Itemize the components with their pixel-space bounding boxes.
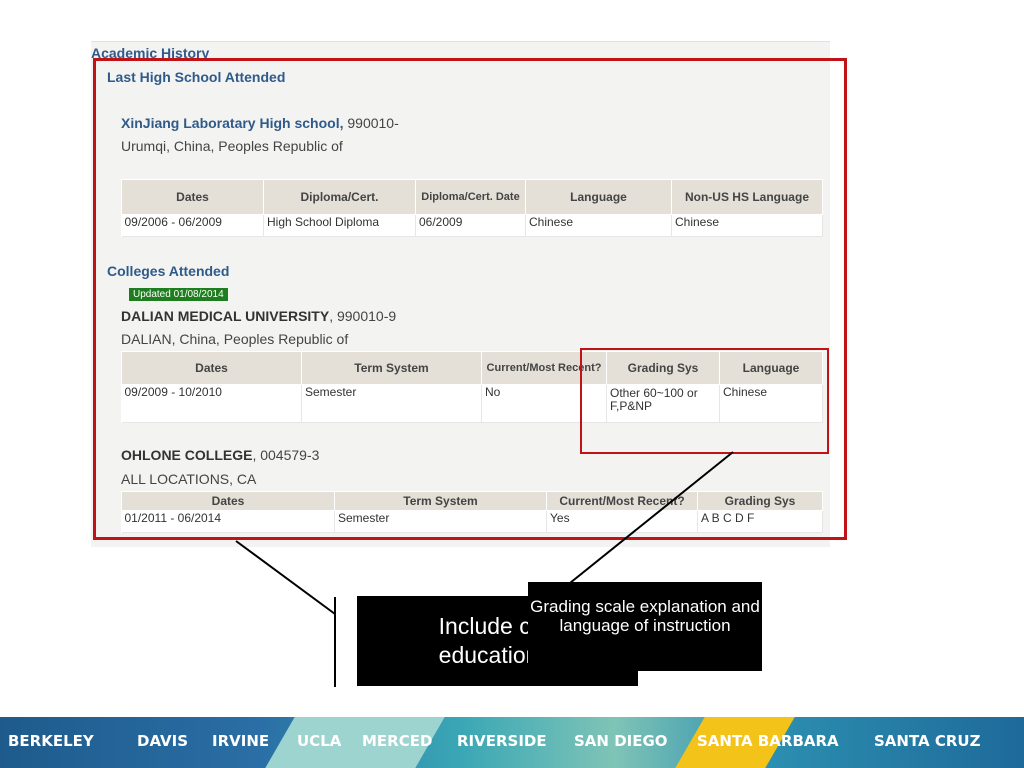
- campus-irvine: IRVINE: [212, 732, 270, 750]
- connector-line-left: [235, 540, 336, 615]
- campus-riverside: RIVERSIDE: [457, 732, 547, 750]
- campus-san-diego: SAN DIEGO: [574, 732, 668, 750]
- campus-ucla: UCLA: [297, 732, 342, 750]
- footer-campus-banner: BERKELEY DAVIS IRVINE UCLA MERCED RIVERS…: [0, 717, 1024, 768]
- campus-berkeley: BERKELEY: [8, 732, 94, 750]
- campus-davis: DAVIS: [137, 732, 189, 750]
- grading-highlight-frame: [580, 348, 829, 454]
- grading-callout-text: Grading scale explanation and language o…: [530, 597, 760, 635]
- campus-santa-barbara: SANTA BARBARA: [697, 732, 839, 750]
- campus-merced: MERCED: [362, 732, 433, 750]
- grading-callout: Grading scale explanation and language o…: [528, 582, 762, 671]
- campus-santa-cruz: SANTA CRUZ: [874, 732, 981, 750]
- main-highlight-frame: [93, 58, 847, 540]
